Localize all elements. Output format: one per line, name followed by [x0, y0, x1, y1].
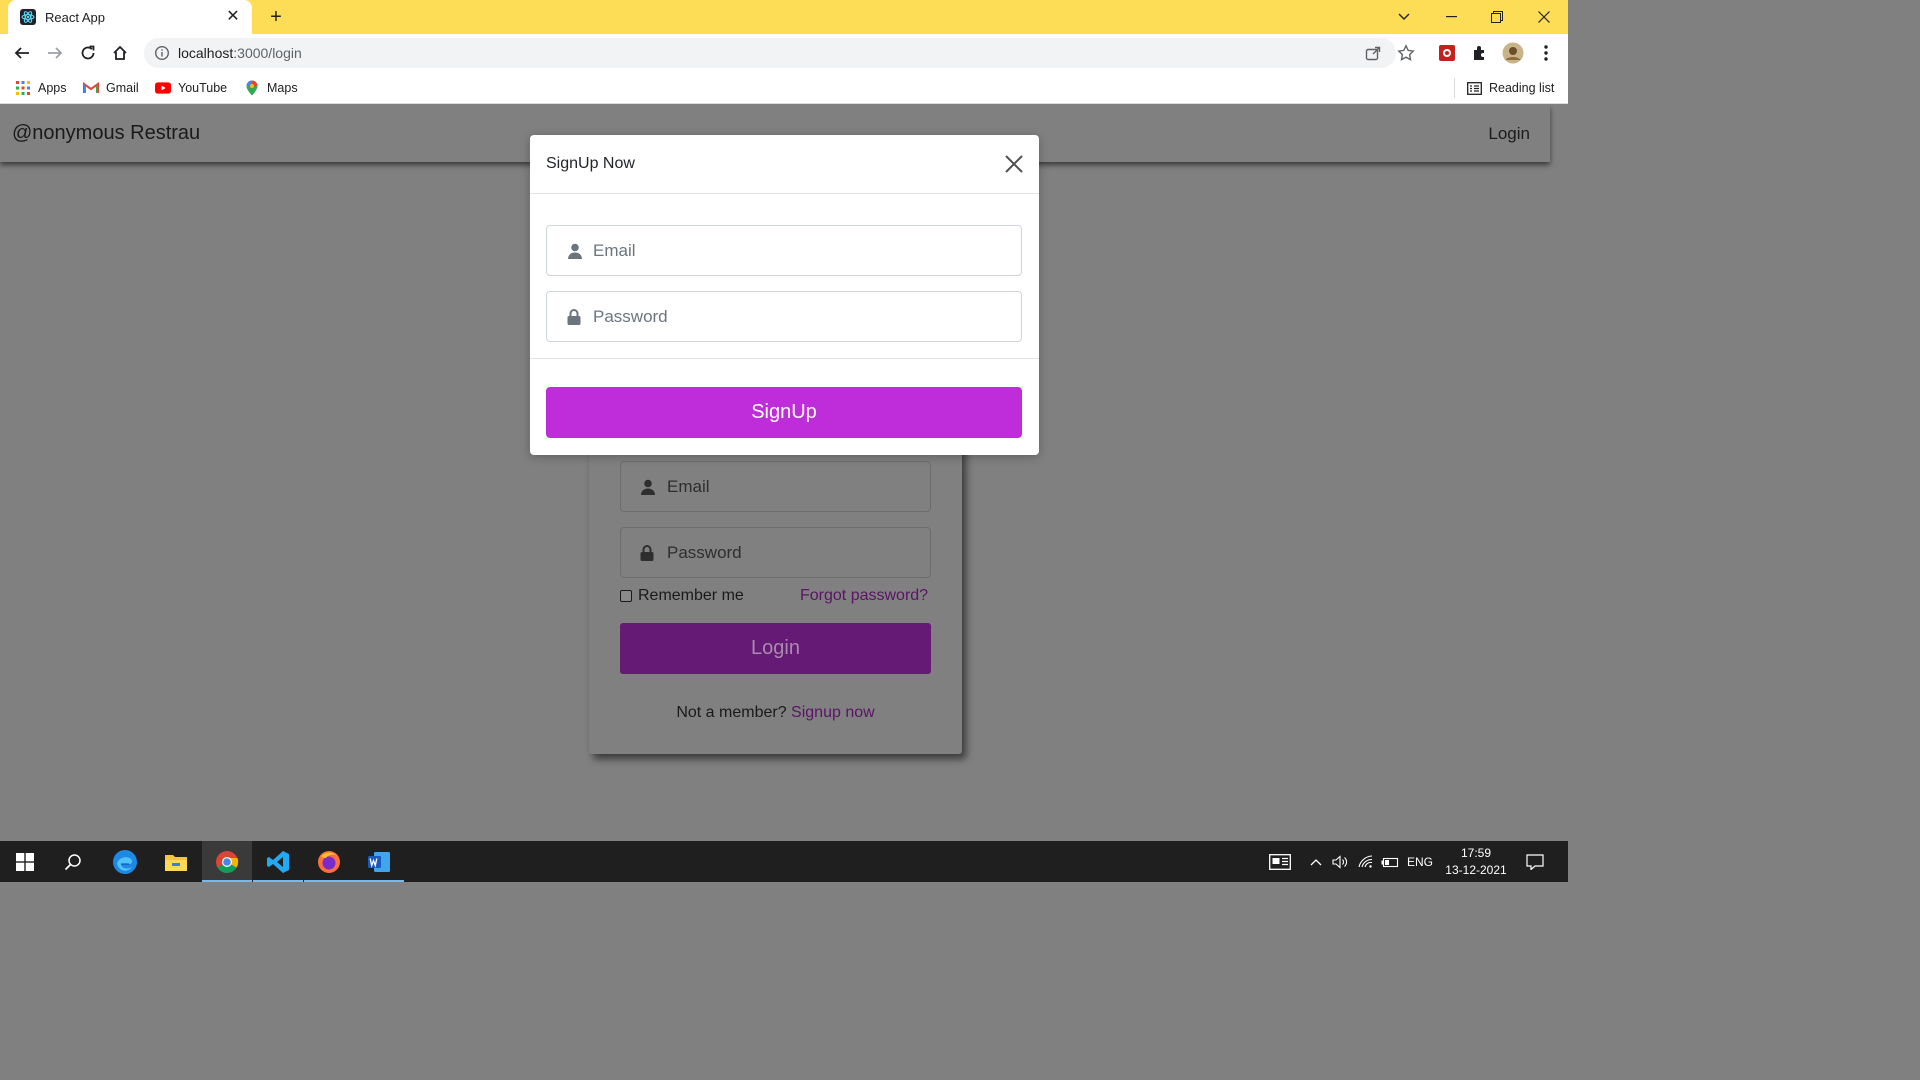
minimize-icon[interactable] — [1428, 0, 1474, 34]
forgot-password-link[interactable]: Forgot password? — [800, 587, 928, 605]
bookmark-apps[interactable]: Apps — [15, 78, 67, 98]
news-widget-icon[interactable] — [1264, 841, 1296, 882]
battery-icon[interactable] — [1378, 841, 1402, 882]
gmail-icon — [83, 80, 99, 96]
search-icon[interactable] — [48, 841, 98, 882]
login-card: Email Password Remember me Forgot passwo… — [589, 405, 962, 754]
share-icon[interactable] — [1364, 44, 1382, 62]
bookmark-youtube[interactable]: YouTube — [155, 78, 227, 98]
user-icon — [567, 243, 583, 259]
tab-title: React App — [45, 9, 105, 25]
reading-list-label: Reading list — [1489, 81, 1555, 95]
running-indicator — [253, 880, 303, 882]
modal-header: SignUp Now — [530, 135, 1039, 194]
bookmark-label: YouTube — [178, 81, 228, 95]
bookmark-star-icon[interactable] — [1397, 44, 1415, 62]
active-indicator — [202, 880, 252, 882]
volume-icon[interactable] — [1328, 841, 1352, 882]
browser-toolbar: localhost:3000/login — [0, 34, 1568, 72]
login-button[interactable]: Login — [620, 623, 931, 674]
system-clock[interactable]: 17:59 13-12-2021 — [1440, 845, 1512, 879]
windows-start-icon[interactable] — [0, 841, 50, 882]
edge-icon[interactable] — [100, 841, 150, 882]
clock-date: 13-12-2021 — [1445, 863, 1507, 877]
language-indicator[interactable]: ENG — [1404, 841, 1436, 882]
windows-taskbar: ENG 17:59 13-12-2021 — [0, 841, 1568, 882]
login-email-input[interactable]: Email — [620, 461, 931, 512]
member-prompt-text: Not a member? — [676, 704, 787, 721]
bookmarks-divider — [1454, 78, 1455, 98]
clock-time: 17:59 — [1460, 846, 1492, 860]
modal-footer-divider — [530, 358, 1039, 359]
chrome-taskbar-icon[interactable] — [202, 841, 252, 882]
signup-now-link[interactable]: Signup now — [791, 704, 875, 721]
extension-icon[interactable] — [1436, 42, 1458, 64]
nav-login-link[interactable]: Login — [1488, 124, 1530, 144]
home-icon[interactable] — [105, 38, 135, 68]
modal-close-icon[interactable] — [1005, 155, 1023, 173]
tab-search-icon[interactable] — [1381, 0, 1427, 34]
page-viewport: @nonymous Restrau Login Email Password R… — [0, 105, 1568, 841]
signup-email-input[interactable]: Email — [546, 225, 1022, 276]
reading-list-button[interactable]: Reading list — [1466, 78, 1554, 98]
react-favicon-icon — [20, 9, 36, 25]
member-prompt: Not a member? Signup now — [589, 704, 962, 722]
bookmark-label: Gmail — [106, 81, 139, 95]
browser-tab[interactable]: React App ✕ — [8, 0, 252, 34]
apps-grid-icon — [15, 80, 31, 96]
back-arrow-icon[interactable] — [7, 38, 37, 68]
bookmark-label: Maps — [267, 81, 298, 95]
reading-list-icon — [1466, 80, 1482, 96]
window-close-icon[interactable] — [1521, 0, 1567, 34]
url-text: localhost:3000/login — [178, 45, 302, 61]
bookmark-gmail[interactable]: Gmail — [83, 78, 139, 98]
remember-me-checkbox[interactable] — [620, 590, 632, 602]
modal-title: SignUp Now — [546, 155, 635, 172]
vscode-icon[interactable] — [253, 841, 303, 882]
maps-icon — [244, 80, 260, 96]
lock-icon — [640, 545, 656, 561]
site-info-icon[interactable] — [154, 45, 170, 61]
signup-modal: SignUp Now Email Password SignUp — [530, 135, 1039, 455]
tab-close-icon[interactable]: ✕ — [224, 8, 242, 26]
remember-me[interactable]: Remember me — [620, 587, 744, 605]
lock-icon — [567, 309, 583, 325]
firefox-icon[interactable] — [304, 841, 354, 882]
notification-icon[interactable] — [1520, 841, 1550, 882]
browser-menu-icon[interactable] — [1535, 42, 1557, 64]
browser-titlebar: React App ✕ + — [0, 0, 1568, 34]
login-password-input[interactable]: Password — [620, 527, 931, 578]
running-indicator — [304, 880, 354, 882]
signup-button[interactable]: SignUp — [546, 387, 1022, 438]
forward-arrow-icon[interactable] — [40, 38, 70, 68]
tray-chevron-up-icon[interactable] — [1305, 841, 1327, 882]
user-icon — [640, 479, 656, 495]
signup-email-placeholder: Email — [593, 241, 636, 260]
running-indicator — [354, 880, 404, 882]
profile-avatar[interactable] — [1502, 42, 1524, 64]
new-tab-button[interactable]: + — [264, 6, 288, 28]
address-bar[interactable]: localhost:3000/login — [144, 38, 1415, 68]
bookmark-maps[interactable]: Maps — [244, 78, 298, 98]
bookmark-label: Apps — [38, 81, 67, 95]
signup-password-input[interactable]: Password — [546, 291, 1022, 342]
restore-icon[interactable] — [1474, 0, 1520, 34]
login-email-placeholder: Email — [667, 477, 710, 496]
bookmarks-bar: Apps Gmail YouTube Maps Reading list — [0, 72, 1568, 104]
reload-icon[interactable] — [73, 38, 103, 68]
youtube-icon — [155, 80, 171, 96]
file-explorer-icon[interactable] — [151, 841, 201, 882]
login-password-placeholder: Password — [667, 543, 742, 562]
remember-me-label: Remember me — [638, 587, 744, 604]
word-icon[interactable] — [354, 841, 404, 882]
wifi-icon[interactable] — [1354, 841, 1378, 882]
extensions-puzzle-icon[interactable] — [1469, 42, 1491, 64]
app-brand[interactable]: @nonymous Restrau — [12, 122, 200, 145]
signup-password-placeholder: Password — [593, 307, 668, 326]
